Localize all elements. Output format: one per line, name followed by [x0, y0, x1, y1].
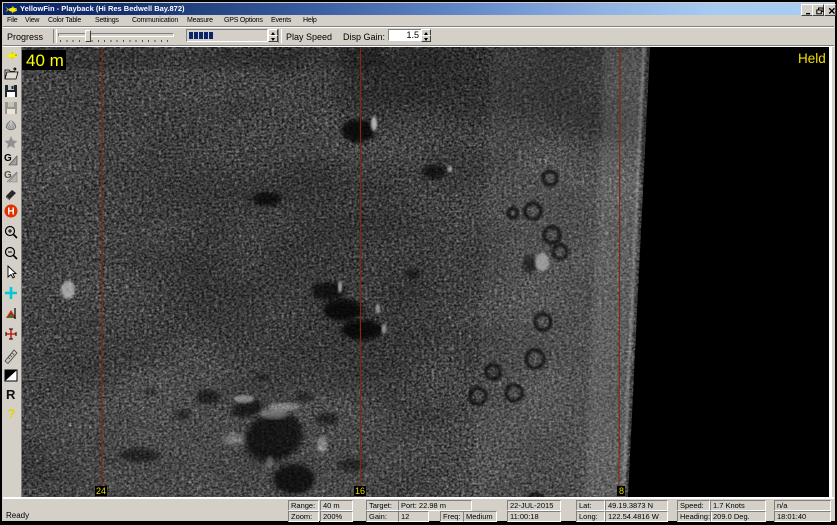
svg-text:?: ? [8, 406, 16, 421]
svg-text:8: 8 [619, 486, 624, 496]
svg-text:G: G [4, 170, 12, 181]
svg-text:24: 24 [96, 486, 106, 496]
svg-text:H: H [7, 207, 14, 218]
svg-text:R: R [6, 387, 16, 402]
svg-text:G: G [4, 153, 12, 164]
svg-text:16: 16 [355, 486, 365, 496]
svg-text:Held: Held [798, 51, 826, 66]
svg-text:40 m: 40 m [26, 51, 64, 70]
